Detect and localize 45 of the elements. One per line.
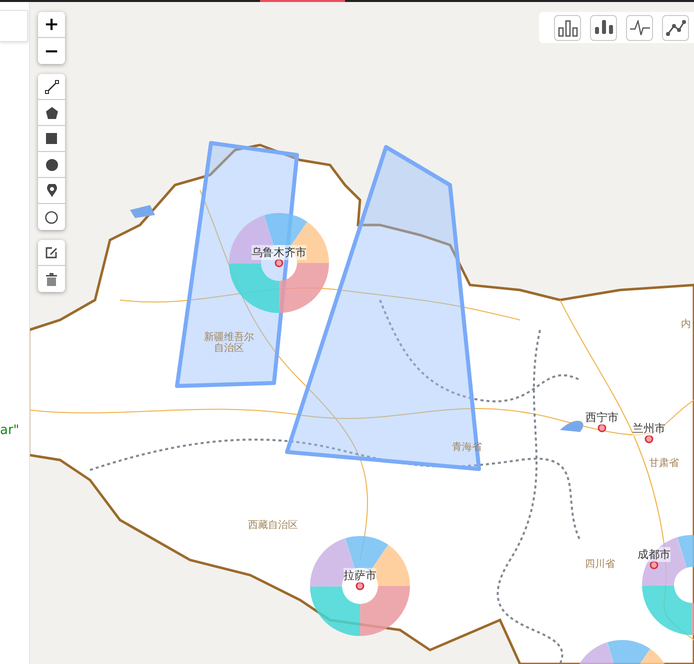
region-label: 青海省 bbox=[452, 442, 482, 453]
city-marker-icon[interactable] bbox=[644, 434, 654, 444]
city-label: 乌鲁木齐市 bbox=[252, 245, 306, 260]
region-label: 新疆维吾尔自治区 bbox=[204, 332, 254, 354]
region-label: 甘肃省 bbox=[649, 458, 679, 469]
city-label: 兰州市 bbox=[632, 421, 666, 436]
city-marker-icon[interactable] bbox=[356, 582, 364, 590]
circle-marker-tool-button[interactable] bbox=[38, 204, 65, 230]
polygon-tool-button[interactable] bbox=[38, 100, 65, 126]
code-text: ar" bbox=[0, 423, 20, 438]
circle-icon bbox=[46, 158, 58, 170]
delete-button[interactable] bbox=[38, 266, 65, 292]
pentagon-icon bbox=[46, 106, 58, 118]
bar-chart-icon bbox=[594, 20, 612, 36]
column-chart-button[interactable] bbox=[590, 14, 617, 40]
circle-outline-icon bbox=[45, 210, 58, 224]
bar-chart-button[interactable] bbox=[554, 14, 581, 40]
rectangle-tool-button[interactable] bbox=[38, 126, 65, 152]
bar-chart-icon bbox=[558, 18, 578, 36]
polyline-tool-button[interactable] bbox=[38, 74, 65, 100]
line-chart-icon bbox=[666, 18, 686, 36]
city-marker-icon[interactable] bbox=[650, 560, 658, 570]
lake bbox=[130, 205, 155, 218]
map-pin-icon bbox=[46, 184, 56, 197]
edit-button[interactable] bbox=[38, 240, 65, 266]
edit-icon bbox=[45, 246, 58, 259]
zoom-button[interactable]: + bbox=[38, 12, 65, 38]
line-chart-button[interactable] bbox=[662, 14, 689, 40]
region-label: 内 bbox=[681, 319, 691, 330]
marker-tool-button[interactable] bbox=[38, 178, 65, 204]
region-label: 四川省 bbox=[585, 559, 615, 570]
circle-tool-button[interactable] bbox=[38, 152, 65, 178]
line-icon bbox=[44, 80, 58, 94]
trash-icon bbox=[46, 272, 57, 286]
region-label: 西藏自治区 bbox=[248, 520, 298, 531]
city-label: 西宁市 bbox=[586, 410, 618, 425]
city-marker-icon[interactable] bbox=[274, 258, 284, 268]
lake bbox=[560, 420, 584, 432]
zoom-button[interactable]: − bbox=[38, 38, 65, 64]
city-label: 成都市 bbox=[638, 547, 670, 562]
city-marker-icon[interactable] bbox=[598, 424, 606, 432]
pulse-chart-button[interactable] bbox=[626, 14, 653, 40]
city-label: 拉萨市 bbox=[344, 568, 376, 583]
pulse-icon bbox=[630, 20, 650, 36]
square-icon bbox=[46, 133, 57, 144]
